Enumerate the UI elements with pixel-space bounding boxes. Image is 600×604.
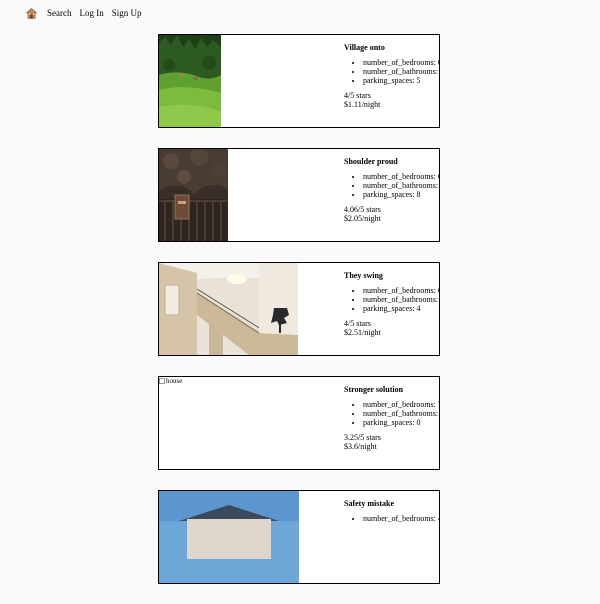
listing-info: Safety mistake number_of_bedrooms: 4 [344,499,439,529]
listing-features: number_of_bedrooms: 6 number_of_bathroom… [344,172,439,199]
listing-features: number_of_bedrooms: 6 number_of_bathroom… [344,286,439,313]
feature-bathrooms: number_of_bathrooms: 5 [363,295,439,304]
nav-search-link[interactable]: Search [47,8,72,18]
listing-image[interactable] [159,491,299,583]
listing-title[interactable]: Safety mistake [344,499,439,508]
feature-parking: parking_spaces: 4 [363,304,439,313]
listing-rating: 4.06/5 stars [344,205,381,214]
listing-card[interactable]: Safety mistake number_of_bedrooms: 4 [158,490,440,584]
listing-list: Village onto number_of_bedrooms: 0 numbe… [158,34,440,604]
broken-image-icon [159,378,165,384]
listing-title[interactable]: Stronger solution [344,385,439,394]
listing-price: $3.6/night [344,442,377,451]
listing-card[interactable]: house Stronger solution number_of_bedroo… [158,376,440,470]
top-nav: Search Log In Sign Up [25,6,142,20]
feature-parking: parking_spaces: 8 [363,190,439,199]
home-icon[interactable] [25,7,38,19]
image-alt-text: house [166,377,183,385]
listing-rating: 4/5 stars [344,91,371,100]
feature-bedrooms: number_of_bedrooms: 6 [363,172,439,181]
feature-bedrooms: number_of_bedrooms: 0 [363,58,439,67]
listing-features: number_of_bedrooms: 4 [344,514,439,523]
listing-title[interactable]: They swing [344,271,439,280]
feature-parking: parking_spaces: 5 [363,76,439,85]
feature-bathrooms: number_of_bathrooms: 9 [363,67,439,76]
listing-image[interactable] [159,263,298,355]
listing-image[interactable] [159,35,221,127]
nav-login-link[interactable]: Log In [80,8,104,18]
listing-features: number_of_bedrooms: 0 number_of_bathroom… [344,58,439,85]
nav-signup-link[interactable]: Sign Up [112,8,142,18]
listing-price: $1.11/night [344,100,381,109]
listing-price: $2.05/night [344,214,381,223]
listing-info: Village onto number_of_bedrooms: 0 numbe… [344,43,439,109]
listing-rating: 3.25/5 stars [344,433,381,442]
listing-info: Shoulder proud number_of_bedrooms: 6 num… [344,157,439,223]
feature-bathrooms: number_of_bathrooms: 3 [363,409,439,418]
listing-info: They swing number_of_bedrooms: 6 number_… [344,271,439,337]
feature-bedrooms: number_of_bedrooms: 6 [363,286,439,295]
feature-bathrooms: number_of_bathrooms: 1 [363,181,439,190]
listing-card[interactable]: They swing number_of_bedrooms: 6 number_… [158,262,440,356]
listing-card[interactable]: Village onto number_of_bedrooms: 0 numbe… [158,34,440,128]
listing-rating: 4/5 stars [344,319,371,328]
listing-features: number_of_bedrooms: 7 number_of_bathroom… [344,400,439,427]
listing-image[interactable] [159,149,228,241]
feature-bedrooms: number_of_bedrooms: 4 [363,514,439,523]
listing-title[interactable]: Shoulder proud [344,157,439,166]
listing-info: Stronger solution number_of_bedrooms: 7 … [344,385,439,451]
feature-bedrooms: number_of_bedrooms: 7 [363,400,439,409]
broken-image[interactable]: house [159,377,182,385]
listing-price: $2.51/night [344,328,381,337]
feature-parking: parking_spaces: 0 [363,418,439,427]
listing-title[interactable]: Village onto [344,43,439,52]
listing-card[interactable]: Shoulder proud number_of_bedrooms: 6 num… [158,148,440,242]
